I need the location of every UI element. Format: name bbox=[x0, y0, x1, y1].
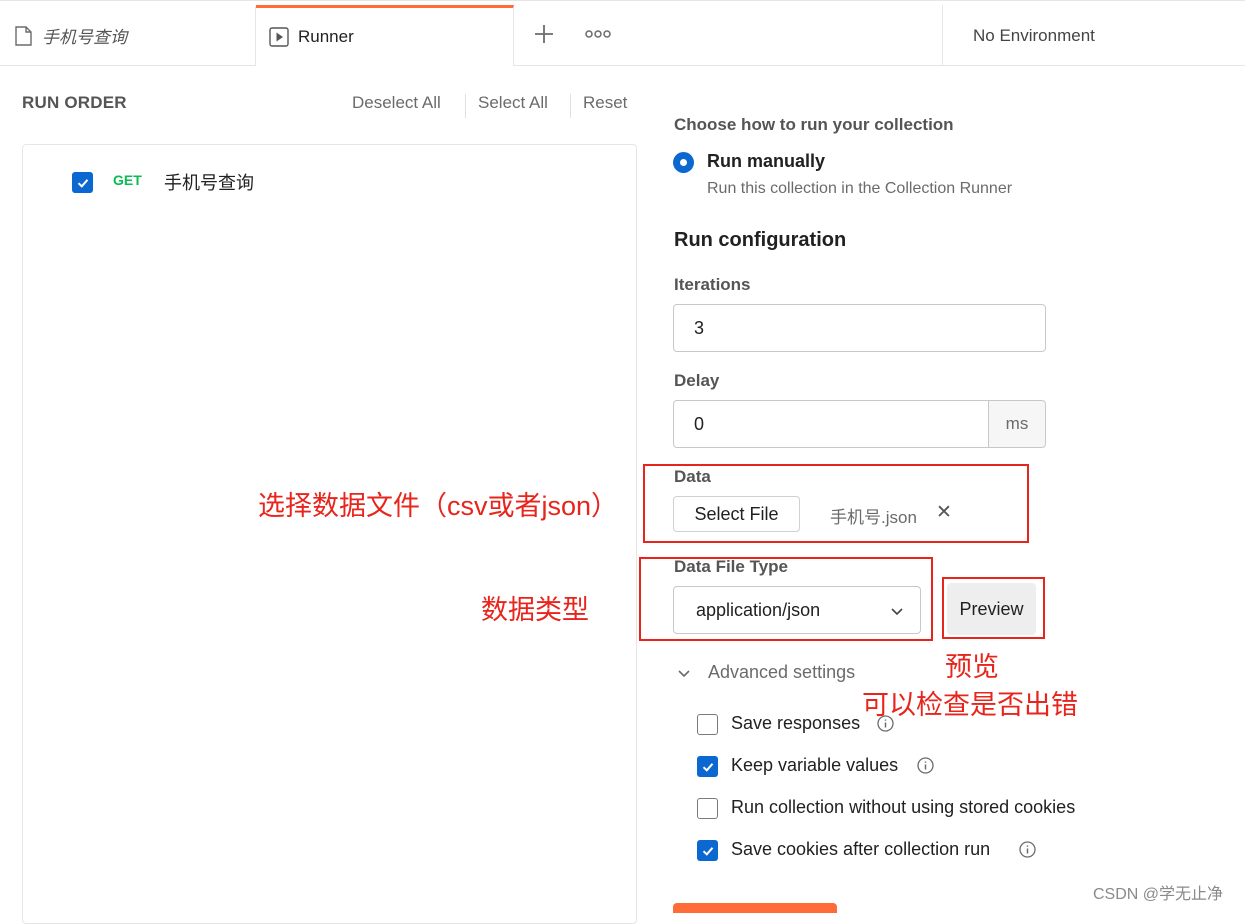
advanced-settings-toggle[interactable]: Advanced settings bbox=[676, 662, 855, 683]
annotation-check-errors: 可以检查是否出错 bbox=[862, 690, 1078, 720]
checkmark-icon bbox=[702, 762, 713, 772]
tab-runner[interactable]: Runner bbox=[256, 5, 514, 66]
iterations-input[interactable]: 3 bbox=[673, 304, 1046, 352]
select-all-button[interactable]: Select All bbox=[478, 93, 548, 113]
checkmark-icon bbox=[77, 178, 88, 188]
checkmark-icon bbox=[702, 846, 713, 856]
info-icon[interactable] bbox=[1019, 841, 1036, 858]
choose-run-heading: Choose how to run your collection bbox=[674, 115, 954, 134]
deselect-all-button[interactable]: Deselect All bbox=[352, 93, 441, 113]
delay-value: 0 bbox=[694, 413, 705, 434]
iterations-value: 3 bbox=[694, 317, 705, 338]
no-stored-cookies-label: Run collection without using stored cook… bbox=[731, 797, 1076, 817]
watermark: CSDN @学无止净 bbox=[1093, 886, 1224, 903]
annotation-preview: 预览 bbox=[945, 652, 999, 682]
run-configuration-heading: Run configuration bbox=[674, 229, 847, 251]
divider bbox=[570, 94, 571, 118]
run-manually-description: Run this collection in the Collection Ru… bbox=[707, 180, 1013, 197]
save-responses-checkbox[interactable] bbox=[697, 714, 718, 735]
more-tabs-icon[interactable] bbox=[584, 20, 612, 48]
iterations-label: Iterations bbox=[674, 275, 751, 294]
save-cookies-label: Save cookies after collection run bbox=[731, 839, 991, 859]
annotation-box-data bbox=[643, 464, 1029, 543]
keep-variable-values-label: Keep variable values bbox=[731, 755, 899, 775]
request-method-badge: GET bbox=[113, 172, 142, 188]
annotation-box-preview bbox=[942, 577, 1045, 639]
run-manually-radio[interactable] bbox=[673, 152, 694, 173]
new-tab-plus-icon[interactable] bbox=[530, 20, 558, 48]
keep-variable-values-checkbox[interactable] bbox=[697, 756, 718, 777]
delay-input[interactable]: 0 bbox=[673, 400, 989, 448]
document-icon bbox=[15, 25, 32, 46]
request-checkbox[interactable] bbox=[72, 172, 93, 193]
run-order-title: RUN ORDER bbox=[22, 93, 127, 112]
run-collection-button[interactable] bbox=[673, 903, 837, 913]
annotation-select-data-file: 选择数据文件（csv或者json） bbox=[258, 491, 619, 521]
delay-unit: ms bbox=[988, 400, 1046, 448]
environment-selector[interactable]: No Environment bbox=[942, 5, 1245, 66]
tab-label: Runner bbox=[298, 27, 354, 46]
tab-label: 手机号查询 bbox=[42, 28, 127, 47]
annotation-box-data-file-type bbox=[639, 557, 933, 641]
save-cookies-checkbox[interactable] bbox=[697, 840, 718, 861]
save-responses-label: Save responses bbox=[731, 713, 861, 733]
no-stored-cookies-checkbox[interactable] bbox=[697, 798, 718, 819]
request-name: 手机号查询 bbox=[164, 173, 254, 193]
delay-label: Delay bbox=[674, 371, 720, 390]
advanced-settings-label: Advanced settings bbox=[708, 662, 856, 682]
chevron-down-icon bbox=[678, 669, 690, 677]
run-order-list bbox=[22, 144, 637, 924]
divider bbox=[465, 94, 466, 118]
environment-label: No Environment bbox=[973, 25, 1095, 45]
info-icon[interactable] bbox=[917, 757, 934, 774]
play-icon bbox=[269, 27, 289, 47]
annotation-data-type: 数据类型 bbox=[481, 595, 589, 625]
run-manually-label: Run manually bbox=[707, 151, 826, 171]
tab-collection-request[interactable]: 手机号查询 bbox=[0, 6, 256, 65]
reset-button[interactable]: Reset bbox=[583, 93, 627, 113]
